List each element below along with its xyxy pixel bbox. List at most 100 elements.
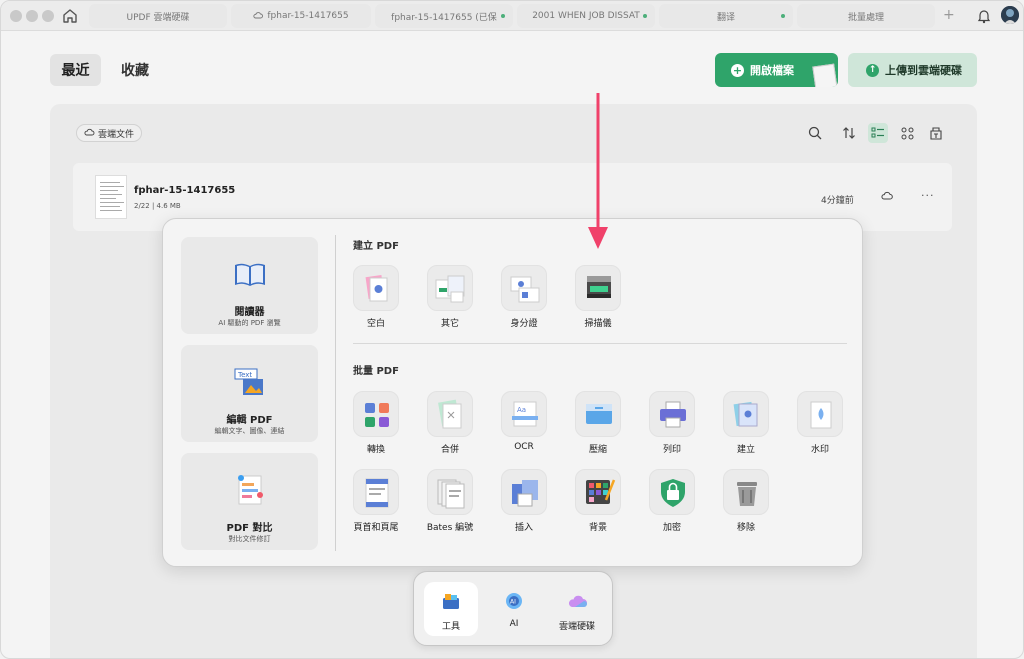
list-view-icon[interactable] <box>868 123 888 143</box>
sort-icon[interactable] <box>839 123 859 143</box>
other-docs-icon <box>427 265 473 311</box>
file-name: fphar-15-1417655 <box>134 185 236 196</box>
tab-batch[interactable]: 批量處理 <box>797 4 935 28</box>
compare-pdf-card[interactable]: PDF 對比 對比文件修訂 <box>181 453 318 550</box>
tool-label: 合併 <box>440 445 459 455</box>
background-tool[interactable]: 背景 <box>573 469 623 535</box>
watermark-tool[interactable]: 水印 <box>795 391 845 457</box>
bates-tool[interactable]: Bates 編號 <box>425 469 475 535</box>
edit-pdf-card[interactable]: Text 編輯 PDF 編輯文字、圖像、連結 <box>181 345 318 442</box>
trash-icon <box>723 469 769 515</box>
tool-label: Bates 編號 <box>426 523 474 533</box>
tools-panel: 閱讀器 AI 驅動的 PDF 瀏覽 Text 編輯 PDF 編輯文字、圖像、連結… <box>162 218 863 567</box>
dock-cloud[interactable]: 雲端硬碟 <box>550 582 604 636</box>
file-time: 4分鐘前 <box>821 196 854 206</box>
tool-label: 移除 <box>736 523 755 533</box>
id-card-tool[interactable]: 身分證 <box>499 265 549 331</box>
open-file-label: 開啟檔案 <box>750 64 794 77</box>
bell-icon[interactable] <box>977 8 991 24</box>
cloud-icon <box>568 592 587 610</box>
compress-tool[interactable]: 壓縮 <box>573 391 623 457</box>
merge-icon <box>427 391 473 437</box>
new-tab-button[interactable]: + <box>943 7 955 23</box>
pointer-arrow <box>588 93 608 249</box>
tool-label: 其它 <box>440 319 459 329</box>
svg-text:AI: AI <box>510 599 516 606</box>
compare-icon <box>233 473 267 507</box>
search-icon[interactable] <box>805 123 825 143</box>
merge-tool[interactable]: 合併 <box>425 391 475 457</box>
ocr-icon: Aa <box>501 391 547 437</box>
tool-label: 壓縮 <box>588 445 607 455</box>
avatar[interactable] <box>1001 6 1019 24</box>
plus-icon: + <box>731 63 744 77</box>
unsaved-dot <box>501 14 505 18</box>
encrypt-tool[interactable]: 加密 <box>647 469 697 535</box>
blank-tool[interactable]: 空白 <box>351 265 401 331</box>
tool-label: 建立 <box>736 445 755 455</box>
cloud-documents-filter[interactable]: 雲端文件 <box>76 124 143 142</box>
tool-label: 加密 <box>662 523 681 533</box>
card-subtitle: AI 驅動的 PDF 瀏覽 <box>218 319 281 327</box>
tab-document-2[interactable]: fphar-15-1417655 (已保 <box>375 4 513 28</box>
unsaved-dot <box>643 14 647 18</box>
tab-label: 翻译 <box>716 12 735 23</box>
book-icon <box>233 257 267 291</box>
scanner-tool[interactable]: 掃描儀 <box>573 265 623 331</box>
storage-icon[interactable] <box>926 123 946 143</box>
remove-tool[interactable]: 移除 <box>721 469 771 535</box>
more-options-button[interactable]: ··· <box>921 189 935 202</box>
cloud-upload-icon[interactable] <box>881 190 893 203</box>
card-title: 閱讀器 <box>234 307 265 318</box>
dock-label: AI <box>509 619 519 629</box>
zoom-window-button[interactable] <box>42 10 54 22</box>
tab-label: 批量處理 <box>847 12 884 23</box>
upload-cloud-button[interactable]: ↑ 上傳到雲端硬碟 <box>848 53 977 87</box>
print-tool[interactable]: 列印 <box>647 391 697 457</box>
home-icon[interactable] <box>61 7 79 25</box>
tab-label: 2001 WHEN JOB DISSAT <box>532 11 640 21</box>
tool-label: 空白 <box>366 319 385 329</box>
grid-view-icon[interactable] <box>897 123 917 143</box>
tool-label: 背景 <box>588 523 607 533</box>
tool-label: 身分證 <box>510 319 538 329</box>
create-doc-icon <box>723 391 769 437</box>
nav-recent[interactable]: 最近 <box>50 54 101 86</box>
tab-document-3[interactable]: 2001 WHEN JOB DISSAT <box>517 4 655 28</box>
tool-label: 插入 <box>514 523 533 533</box>
file-meta: 2/22 | 4.6 MB <box>134 202 181 210</box>
other-tool[interactable]: 其它 <box>425 265 475 331</box>
open-file-button[interactable]: + 開啟檔案 <box>715 53 838 87</box>
dock-ai[interactable]: AI AI <box>487 582 541 636</box>
close-window-button[interactable] <box>10 10 22 22</box>
tab-translate[interactable]: 翻译 <box>659 4 793 28</box>
insert-tool[interactable]: 插入 <box>499 469 549 535</box>
upload-arrow-icon: ↑ <box>866 63 879 77</box>
dock-label: 工具 <box>441 622 460 632</box>
ocr-tool[interactable]: Aa OCR <box>499 391 549 457</box>
blank-page-icon <box>353 265 399 311</box>
panel-divider <box>335 235 336 551</box>
convert-tool[interactable]: 轉換 <box>351 391 401 457</box>
create-tool[interactable]: 建立 <box>721 391 771 457</box>
cloud-chip-label: 雲端文件 <box>98 129 135 140</box>
tool-label: OCR <box>514 442 534 452</box>
convert-icon <box>353 391 399 437</box>
nav-favorites[interactable]: 收藏 <box>111 54 159 86</box>
tab-cloud-drive[interactable]: UPDF 雲端硬碟 <box>89 4 227 28</box>
card-subtitle: 編輯文字、圖像、連結 <box>214 427 285 435</box>
minimize-window-button[interactable] <box>26 10 38 22</box>
svg-text:Aa: Aa <box>517 406 526 414</box>
dock-tools[interactable]: 工具 <box>424 582 478 636</box>
app-window: UPDF 雲端硬碟 fphar-15-1417655 fphar-15-1417… <box>0 0 1024 659</box>
file-thumbnail <box>95 175 127 219</box>
header-footer-tool[interactable]: 頁首和頁尾 <box>351 469 401 535</box>
cloud-icon <box>253 11 264 22</box>
header-footer-icon <box>353 469 399 515</box>
batch-pdf-heading: 批量 PDF <box>353 366 399 377</box>
reader-card[interactable]: 閱讀器 AI 驅動的 PDF 瀏覽 <box>181 237 318 334</box>
tab-label: UPDF 雲端硬碟 <box>126 12 190 23</box>
ai-icon: AI <box>505 592 523 610</box>
tab-document-1[interactable]: fphar-15-1417655 <box>231 4 371 28</box>
card-subtitle: 對比文件修訂 <box>228 535 271 543</box>
